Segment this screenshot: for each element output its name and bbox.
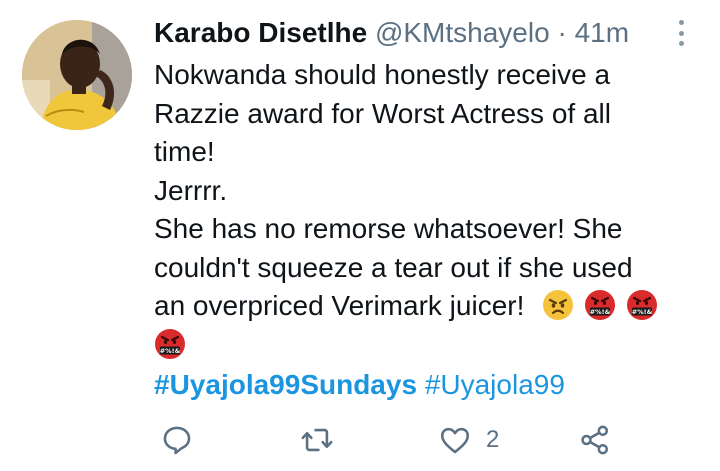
emoji-symbols-text: #%!& bbox=[590, 308, 611, 316]
tweet-timestamp[interactable]: 41m bbox=[575, 17, 629, 48]
like-button[interactable]: 2 bbox=[438, 420, 499, 460]
face-with-symbols-emoji-icon: #%!& bbox=[155, 328, 185, 359]
more-dot bbox=[678, 20, 684, 25]
face-with-symbols-emoji-icon: #%!& bbox=[584, 290, 615, 320]
more-vertical-icon[interactable] bbox=[672, 18, 690, 48]
tweet[interactable]: Karabo Disetlhe @KMtshayelo · 41m Nokwan… bbox=[0, 0, 720, 471]
face-with-symbols-emoji-icon: #%!& bbox=[626, 290, 657, 320]
author-name[interactable]: Karabo Disetlhe bbox=[154, 17, 367, 48]
share-icon bbox=[581, 425, 609, 455]
avatar-image bbox=[22, 20, 132, 130]
tweet-text: Nokwanda should honestly receive a Razzi… bbox=[154, 56, 694, 364]
hashtag-link[interactable]: #Uyajola99Sundays bbox=[154, 369, 417, 400]
share-button[interactable] bbox=[578, 420, 612, 460]
hashtag-link[interactable]: #Uyajola99 bbox=[425, 369, 565, 400]
heart-icon bbox=[440, 427, 470, 454]
like-count: 2 bbox=[486, 426, 500, 453]
more-dot bbox=[678, 30, 684, 36]
author-handle[interactable]: @KMtshayelo bbox=[375, 17, 550, 48]
more-dot bbox=[678, 41, 684, 46]
angry-face-emoji-icon bbox=[543, 290, 574, 320]
tweet-text-line: Jerrrr. bbox=[154, 174, 228, 206]
tweet-text-line: couldn't squeeze a tear out if she used bbox=[154, 251, 633, 283]
emoji-symbols-text: #%!& bbox=[631, 308, 652, 316]
tweet-actions: 2 bbox=[154, 420, 634, 460]
retweet-icon bbox=[301, 428, 333, 452]
header-separator: · bbox=[557, 17, 567, 48]
tweet-text-line: an overpriced Verimark juicer! bbox=[154, 290, 525, 321]
retweet-button[interactable] bbox=[300, 420, 334, 460]
tweet-text-line: Razzie award for Worst Actress of all bbox=[154, 97, 611, 129]
hashtags: #Uyajola99Sundays #Uyajola99 bbox=[154, 367, 565, 403]
emoji-line: #%!& bbox=[154, 326, 694, 365]
tweet-text-line-with-emoji: an overpriced Verimark juicer! #%!& #%!& bbox=[154, 287, 694, 326]
reply-button[interactable] bbox=[160, 420, 194, 460]
tweet-text-line: She has no remorse whatsoever! She bbox=[154, 213, 623, 244]
avatar[interactable] bbox=[22, 20, 132, 130]
tweet-text-line: Nokwanda should honestly receive a bbox=[154, 59, 611, 90]
reply-icon bbox=[163, 426, 191, 455]
tweet-header: Karabo Disetlhe @KMtshayelo · 41m bbox=[154, 16, 629, 50]
tweet-text-line: time! bbox=[154, 136, 215, 167]
emoji-symbols-text: #%!& bbox=[160, 347, 181, 355]
